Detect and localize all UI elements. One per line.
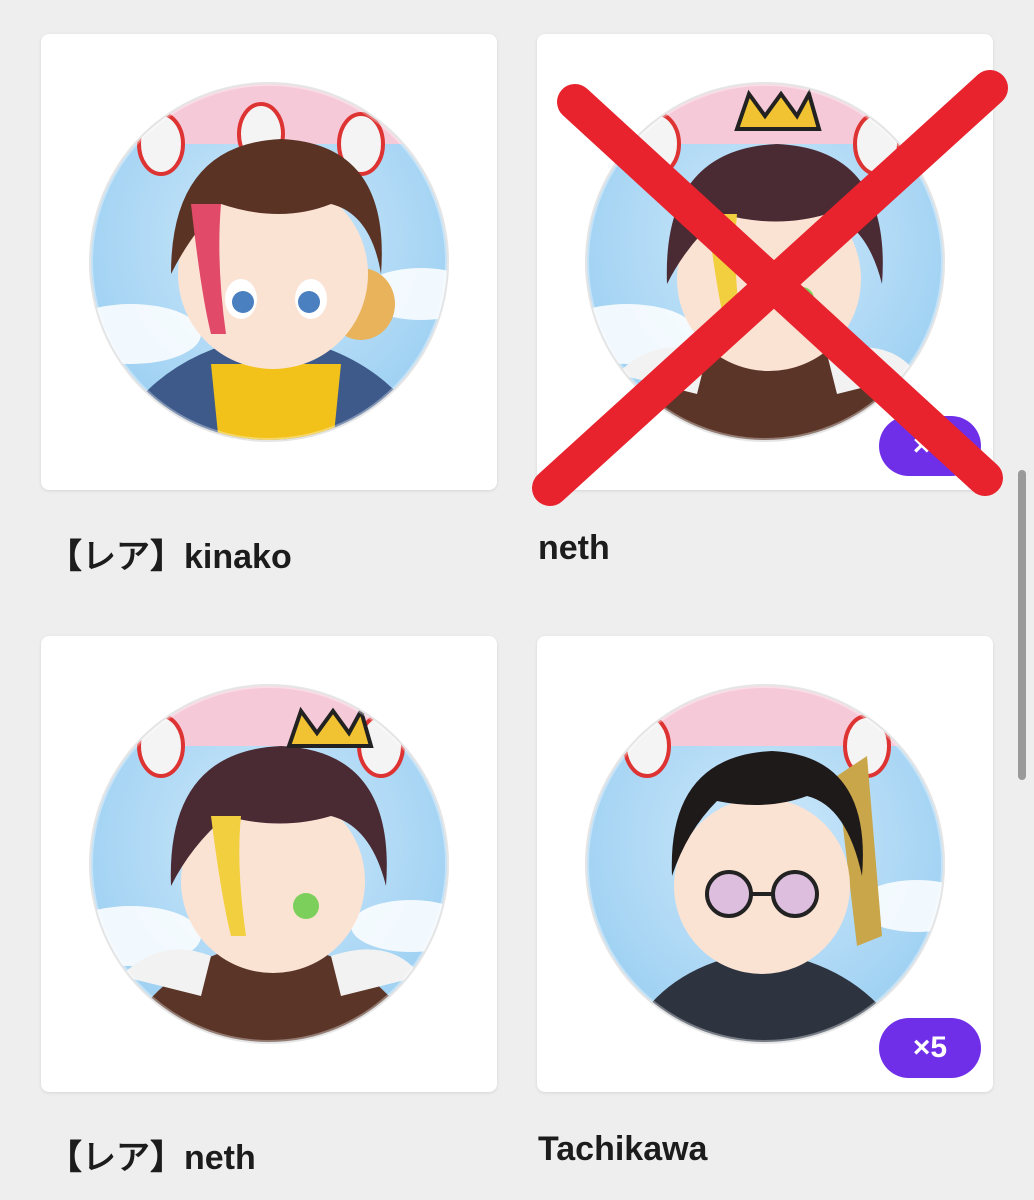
item-title: Tachikawa: [538, 1130, 708, 1168]
item-card-tachikawa[interactable]: ×5: [537, 636, 993, 1092]
quantity-badge: ×5: [879, 416, 981, 476]
scrollbar-thumb[interactable]: [1018, 470, 1026, 780]
can-badge-image: [89, 684, 449, 1044]
item-title: neth: [538, 529, 610, 567]
item-card-neth[interactable]: ×5: [537, 34, 993, 490]
quantity-badge: ×5: [879, 1018, 981, 1078]
item-card-rare-neth[interactable]: [41, 636, 497, 1092]
item-card-kinako[interactable]: [41, 34, 497, 490]
item-title: 【レア】kinako: [48, 538, 292, 576]
item-title: 【レア】neth: [48, 1139, 256, 1177]
can-badge-image: [89, 82, 449, 442]
